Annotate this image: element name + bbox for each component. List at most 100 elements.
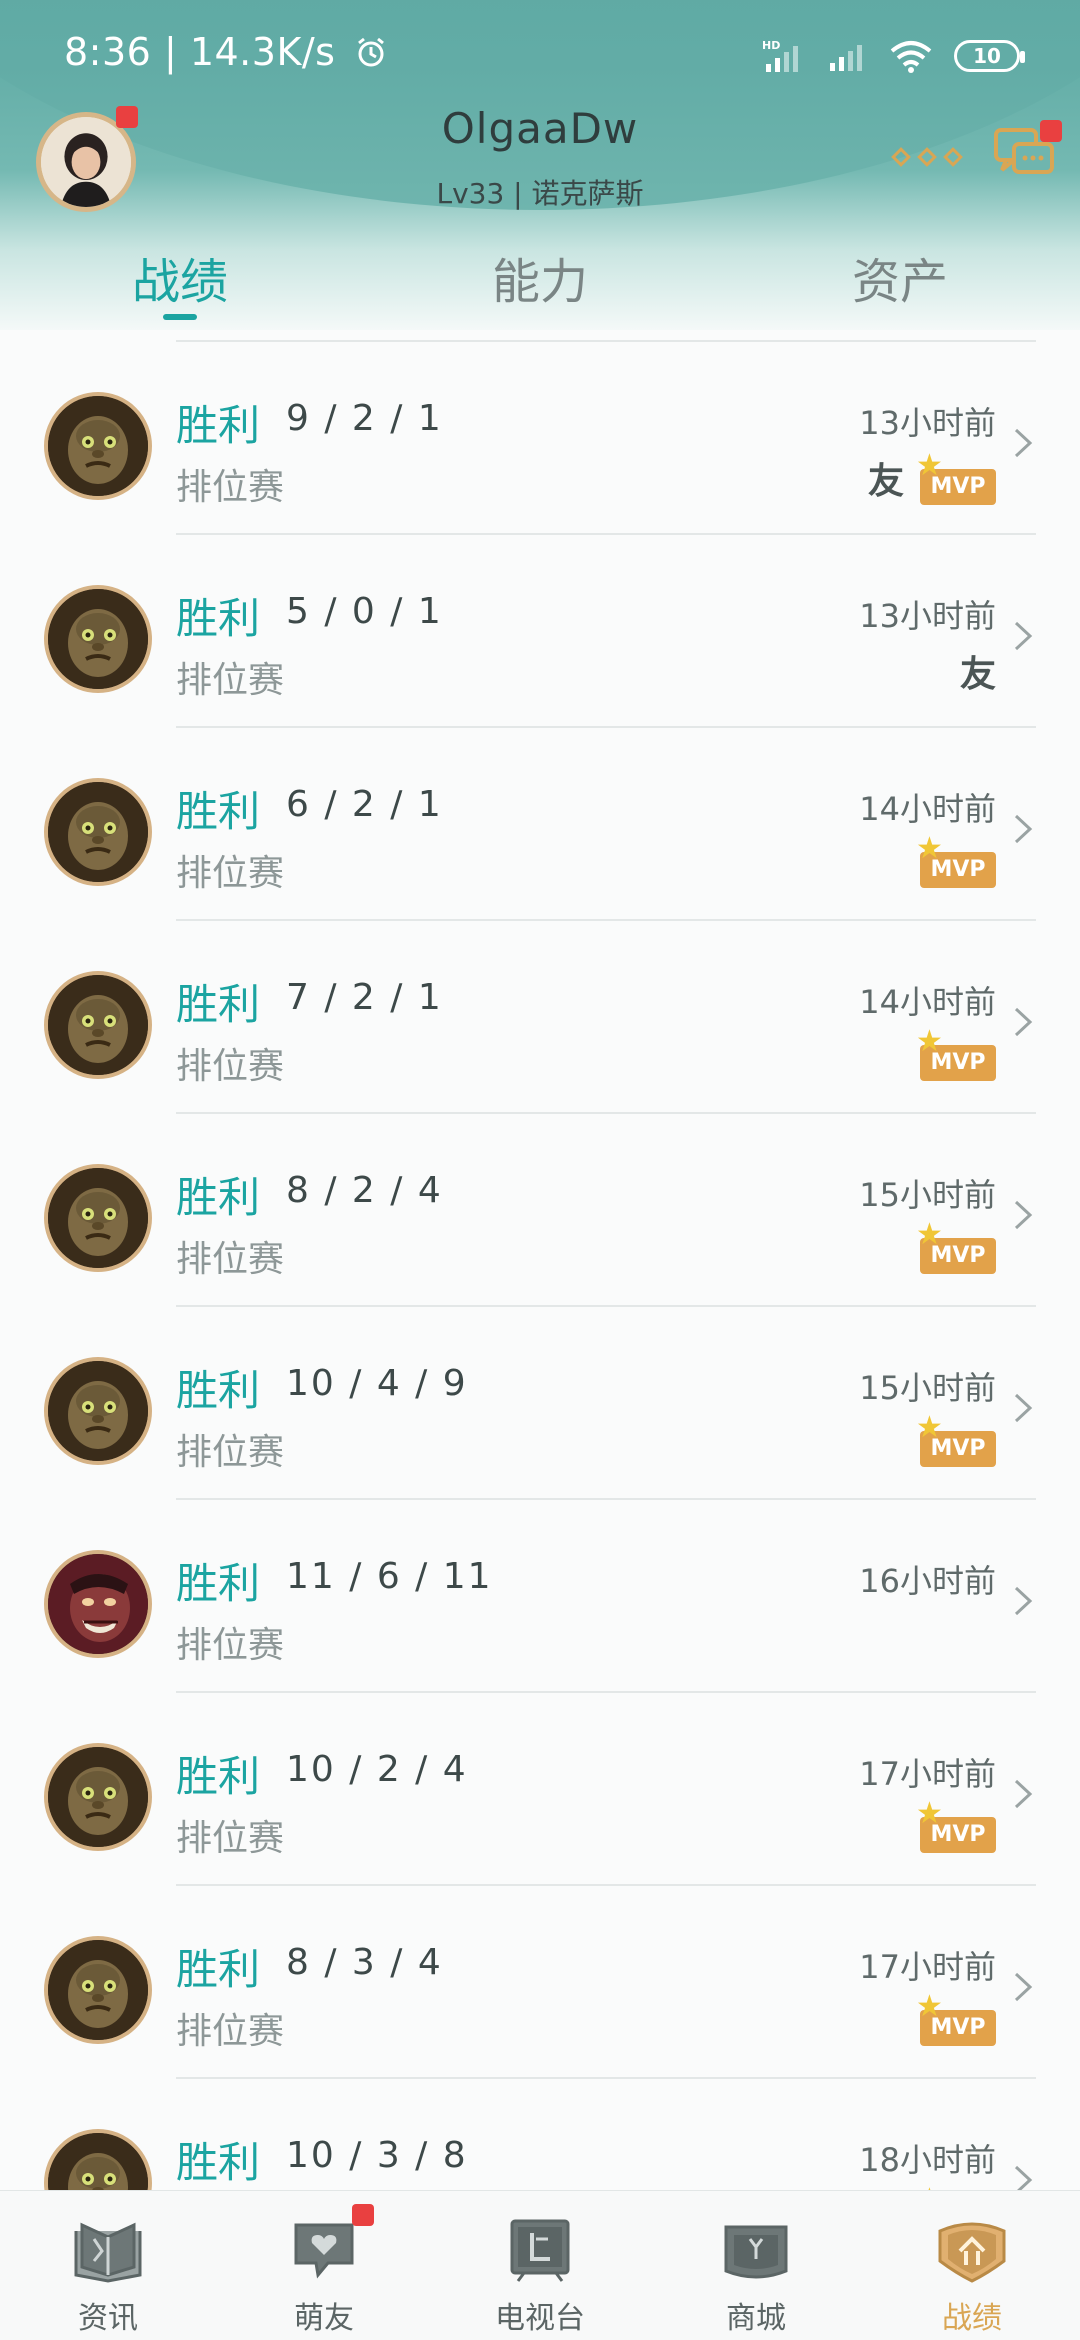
match-result: 胜利 xyxy=(176,1173,261,1222)
match-row[interactable]: 胜利 9 / 2 / 1 排位赛 13小时前 友 MVP ★ xyxy=(0,342,1080,535)
match-result: 胜利 xyxy=(176,1559,261,1608)
match-row[interactable]: 胜利 10 / 4 / 9 排位赛 15小时前 MVP ★ xyxy=(0,1307,1080,1500)
status-icons: HD 10 xyxy=(762,34,1025,78)
match-badges: MVP★ xyxy=(916,834,996,888)
heart-chat-icon xyxy=(294,2223,354,2279)
shop-icon xyxy=(724,2225,788,2279)
nav-tv[interactable]: 电视台 xyxy=(432,2191,648,2340)
book-icon xyxy=(74,2222,142,2283)
champion-avatar xyxy=(44,585,152,693)
chevron-right-icon xyxy=(1014,1972,1033,2002)
match-result: 胜利 xyxy=(176,594,261,643)
mvp-badge: MVP★ xyxy=(916,834,996,888)
champion-avatar xyxy=(44,2129,152,2190)
tab-assets[interactable]: 资产 xyxy=(720,238,1080,328)
match-row[interactable]: 胜利 11 / 6 / 11 排位赛 16小时前 xyxy=(0,1500,1080,1693)
match-list[interactable]: 胜利 9 / 2 / 1 排位赛 13小时前 友 MVP ★ 胜利 5 / 0 / … xyxy=(0,330,1080,2190)
status-time: 8:36 | 14.3K/s xyxy=(64,30,388,74)
battery-indicator: 10 xyxy=(954,40,1025,72)
mvp-badge: MVP★ xyxy=(916,1799,996,1853)
champion-portrait xyxy=(48,975,148,1075)
match-result: 胜利 xyxy=(176,1366,261,1415)
match-badges: 友 xyxy=(960,645,996,697)
champion-portrait xyxy=(48,1940,148,2040)
match-badges: MVP★ xyxy=(916,1220,996,1274)
match-mode: 排位赛 xyxy=(176,2011,285,2052)
nav-shop[interactable]: 商城 xyxy=(648,2191,864,2340)
nav-label: 萌友 xyxy=(294,2301,354,2336)
tv-icon xyxy=(510,2219,570,2282)
champion-avatar xyxy=(44,1357,152,1465)
match-kda: 5 / 0 / 1 xyxy=(286,591,443,632)
champion-portrait xyxy=(48,396,148,496)
match-badges: 友 MVP ★ xyxy=(868,448,996,505)
star-icon: ★ xyxy=(916,1989,943,2024)
chevron-right-icon xyxy=(1014,621,1033,651)
champion-portrait xyxy=(48,1554,148,1654)
status-bar: 8:36 | 14.3K/s HD 10 xyxy=(0,0,1080,110)
champion-avatar xyxy=(44,392,152,500)
match-row[interactable]: 胜利 5 / 0 / 1 排位赛 13小时前 友 xyxy=(0,535,1080,728)
match-mode: 排位赛 xyxy=(176,1625,285,1666)
chevron-right-icon xyxy=(1014,428,1033,458)
match-row[interactable]: 胜利 8 / 2 / 4 排位赛 15小时前 MVP ★ xyxy=(0,1114,1080,1307)
match-result: 胜利 xyxy=(176,401,261,450)
champion-portrait xyxy=(48,589,148,689)
nav-label: 电视台 xyxy=(495,2301,585,2336)
nav-news[interactable]: 资讯 xyxy=(0,2191,216,2340)
nav-friends[interactable]: 萌友 xyxy=(216,2191,432,2340)
match-badges: MVP★ xyxy=(916,1799,996,1853)
champion-avatar xyxy=(44,1164,152,1272)
clock-text: 8:36 xyxy=(64,30,152,74)
match-kda: 8 / 3 / 4 xyxy=(286,1942,443,1983)
match-kda: 10 / 2 / 4 xyxy=(286,1749,468,1790)
chevron-right-icon xyxy=(1014,1393,1033,1423)
match-result: 胜利 xyxy=(176,980,261,1029)
nav-records[interactable]: 战绩 xyxy=(864,2191,1080,2340)
tab-ability[interactable]: 能力 xyxy=(360,238,720,328)
star-icon: ★ xyxy=(916,1024,943,1059)
champion-portrait xyxy=(48,1361,148,1461)
match-row[interactable]: 胜利 7 / 2 / 1 排位赛 14小时前 MVP ★ xyxy=(0,921,1080,1114)
friends-notification-dot xyxy=(352,2204,374,2226)
user-level-server: Lv33 | 诺克萨斯 xyxy=(436,177,644,210)
champion-portrait xyxy=(48,1747,148,1847)
match-result: 胜利 xyxy=(176,1945,261,1994)
match-row[interactable]: 胜利 10 / 3 / 8 排位赛 18小时前 MVP★ xyxy=(0,2079,1080,2190)
mvp-badge: MVP★ xyxy=(916,1992,996,2046)
match-time: 16小时前 xyxy=(859,1562,996,1600)
star-icon: ★ xyxy=(916,831,943,866)
record-icon xyxy=(938,2222,1006,2283)
battery-level: 10 xyxy=(973,44,1001,68)
match-mode: 排位赛 xyxy=(176,1818,285,1859)
match-row[interactable]: 胜利 8 / 3 / 4 排位赛 17小时前 MVP ★ xyxy=(0,1886,1080,2079)
nav-label: 战绩 xyxy=(942,2301,1002,2336)
match-badges: MVP★ xyxy=(916,1027,996,1081)
match-time: 14小时前 xyxy=(859,790,996,828)
match-mode: 排位赛 xyxy=(176,1046,285,1087)
chevron-right-icon xyxy=(1014,2165,1033,2190)
match-row[interactable]: 胜利 10 / 2 / 4 排位赛 17小时前 MVP ★ xyxy=(0,1693,1080,1886)
chat-notification-dot xyxy=(1040,120,1062,142)
star-icon: ★ xyxy=(916,448,943,483)
match-kda: 9 / 2 / 1 xyxy=(286,398,443,439)
champion-avatar xyxy=(44,1936,152,2044)
wifi-icon xyxy=(890,41,932,73)
match-mode: 排位赛 xyxy=(176,853,285,894)
match-time: 15小时前 xyxy=(859,1176,996,1214)
match-badges: MVP★ xyxy=(916,1413,996,1467)
more-dots-icon[interactable] xyxy=(891,147,963,167)
star-icon: ★ xyxy=(916,1217,943,1252)
mvp-badge: MVP★ xyxy=(916,1220,996,1274)
star-icon: ★ xyxy=(916,1796,943,1831)
match-mode: 排位赛 xyxy=(176,467,285,508)
mvp-badge: MVP★ xyxy=(916,1413,996,1467)
champion-avatar xyxy=(44,778,152,886)
mvp-badge: MVP★ xyxy=(916,1027,996,1081)
hd-signal-icon: HD xyxy=(762,39,798,72)
separator: | xyxy=(163,30,190,74)
match-row[interactable]: 胜利 6 / 2 / 1 排位赛 14小时前 MVP ★ xyxy=(0,728,1080,921)
match-kda: 6 / 2 / 1 xyxy=(286,784,443,825)
tab-records[interactable]: 战绩 xyxy=(0,238,360,328)
username: OlgaaDw xyxy=(441,104,639,153)
